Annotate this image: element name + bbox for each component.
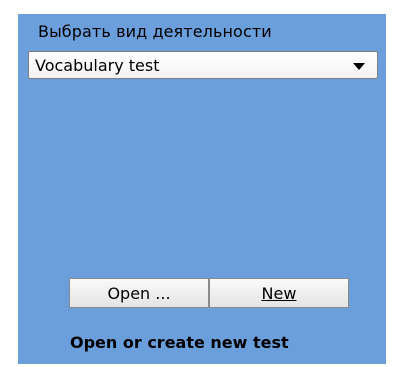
new-button[interactable]: New [209, 278, 349, 308]
open-button[interactable]: Open ... [69, 278, 209, 308]
open-button-label: Open ... [107, 283, 171, 303]
activity-select-value: Vocabulary test [35, 56, 160, 75]
activity-select[interactable]: Vocabulary test [28, 51, 378, 79]
activity-panel: Выбрать вид деятельности Vocabulary test… [18, 14, 386, 364]
new-button-label: New [261, 283, 297, 303]
activity-select-label: Выбрать вид деятельности [38, 22, 272, 41]
chevron-down-icon[interactable] [353, 63, 365, 70]
status-text: Open or create new test [70, 333, 289, 352]
